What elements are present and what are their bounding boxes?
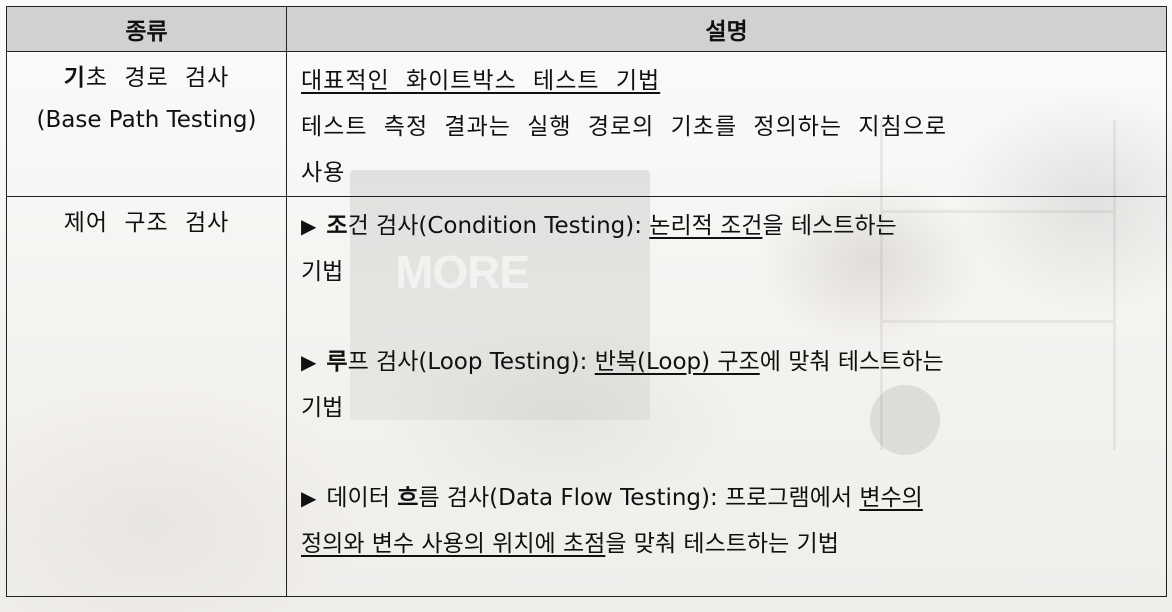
item-wrap-underlined: 정의와 변수 사용의 위치에 초점 bbox=[301, 531, 606, 557]
table-header-row: 종류 설명 bbox=[6, 6, 1167, 52]
list-item: ▶ 루프 검사(Loop Testing): 반복(Loop) 구조에 맞춰 테스… bbox=[301, 339, 1156, 385]
kind-title: 기초 경로 검사 bbox=[11, 58, 282, 100]
item-name: 름 검사(Data Flow Testing): 프로그램에서 bbox=[418, 485, 860, 511]
item-underlined: 변수의 bbox=[859, 485, 923, 511]
item-underlined: 논리적 조건 bbox=[649, 213, 763, 239]
item-after: 을 테스트하는 bbox=[762, 213, 897, 239]
item-pre: 데이터 bbox=[326, 485, 398, 511]
list-item: ▶ 데이터 흐름 검사(Data Flow Testing): 프로그램에서 변수… bbox=[301, 475, 1156, 521]
kind-cell-control-structure: 제어 구조 검사 bbox=[6, 196, 287, 597]
item-wrap-after: 을 맞춰 테스트하는 기법 bbox=[605, 531, 839, 557]
kind-title-rest: 초 경로 검사 bbox=[85, 65, 230, 91]
desc-cell-control-structure: ▶ 조건 검사(Condition Testing): 논리적 조건을 테스트하는… bbox=[286, 196, 1167, 597]
kind-bold-prefix: 기 bbox=[63, 65, 86, 91]
item-name: 건 검사(Condition Testing): bbox=[347, 213, 650, 239]
list-item-wrap: 기법 bbox=[301, 395, 344, 421]
item-bold-prefix: 흐 bbox=[397, 485, 419, 511]
desc-line: 대표적인 화이트박스 테스트 기법 bbox=[301, 58, 1156, 104]
item-bold-prefix: 루 bbox=[326, 349, 348, 375]
table-row-base-path: 기초 경로 검사 (Base Path Testing) 대표적인 화이트박스 … bbox=[6, 51, 1167, 197]
desc-cell-base-path: 대표적인 화이트박스 테스트 기법 테스트 측정 결과는 실행 경로의 기초를 … bbox=[286, 51, 1167, 197]
triangle-bullet-icon: ▶ bbox=[301, 214, 317, 238]
header-description: 설명 bbox=[286, 6, 1167, 52]
desc-line: 테스트 측정 결과는 실행 경로의 기초를 정의하는 지침으로 bbox=[301, 114, 948, 140]
item-name: 프 검사(Loop Testing): bbox=[347, 349, 595, 375]
desc-underlined: 대표적인 화이트박스 테스트 기법 bbox=[301, 68, 661, 94]
kind-cell-base-path: 기초 경로 검사 (Base Path Testing) bbox=[6, 51, 287, 197]
triangle-bullet-icon: ▶ bbox=[301, 350, 317, 374]
testing-types-table: 종류 설명 기초 경로 검사 (Base Path Testing) 대표적인 … bbox=[6, 6, 1167, 597]
item-bold-prefix: 조 bbox=[326, 213, 348, 239]
table-row-control-structure: 제어 구조 검사 ▶ 조건 검사(Condition Testing): 논리적 … bbox=[6, 196, 1167, 597]
list-item-wrap: 정의와 변수 사용의 위치에 초점을 맞춰 테스트하는 기법 bbox=[301, 521, 1156, 567]
list-item-wrap: 기법 bbox=[301, 259, 344, 285]
desc-line: 사용 bbox=[301, 160, 346, 186]
header-kind: 종류 bbox=[6, 6, 287, 52]
kind-subtitle: (Base Path Testing) bbox=[36, 107, 257, 133]
item-underlined: 반복(Loop) 구조 bbox=[594, 349, 760, 375]
list-item: ▶ 조건 검사(Condition Testing): 논리적 조건을 테스트하는 bbox=[301, 203, 1156, 249]
kind-title: 제어 구조 검사 bbox=[63, 210, 230, 236]
triangle-bullet-icon: ▶ bbox=[301, 486, 317, 510]
item-after: 에 맞춰 테스트하는 bbox=[759, 349, 944, 375]
